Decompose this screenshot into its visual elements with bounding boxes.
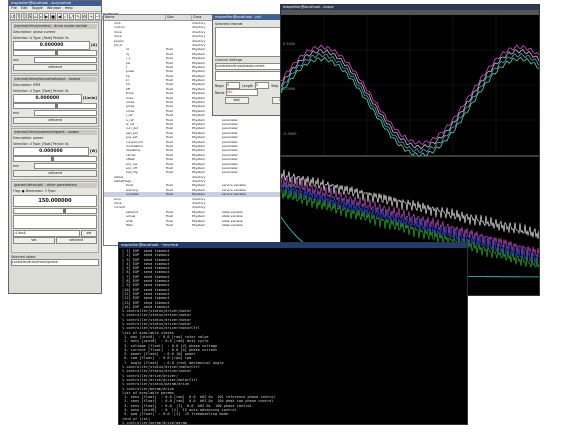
section-period: Period: 0s: [52, 89, 69, 93]
section-slider[interactable]: [13, 50, 97, 56]
toolbar-button[interactable]: S: [27, 13, 33, 20]
big-param-set-button[interactable]: set: [81, 230, 97, 237]
section-selection: Selection: 4: [13, 89, 32, 93]
tree-cell: float: [166, 222, 173, 227]
lower-tick-label: 0.0000: [283, 184, 295, 188]
control-section: /control/drive/torque/setpoint - torque …: [11, 75, 99, 127]
menu-item[interactable]: File: [11, 6, 17, 10]
control-toolbar: ↺?QS⌂⌕▶■◀✓⤢✎⚙+−⎙✚?: [9, 12, 118, 21]
menu-item[interactable]: Window: [47, 6, 61, 10]
section-period: Period: 0s: [52, 142, 69, 146]
dialog-range-label: Length: [242, 83, 254, 88]
section-selection: Selection: 4: [13, 142, 32, 146]
big-param-send-button[interactable]: set/send: [55, 237, 97, 244]
toolbar-button[interactable]: +: [88, 13, 94, 20]
toolbar-button[interactable]: ■: [50, 13, 56, 20]
section-title: /control/drive/control - drive mode cont…: [13, 24, 97, 29]
upper-plot: 0.5000 0.0000 -0.5000: [280, 15, 540, 158]
section-period: Period: 0s: [53, 36, 69, 40]
toolbar-button[interactable]: ⌂: [33, 13, 38, 20]
tree-cell: PSystem: [192, 222, 205, 227]
tree-column-header[interactable]: Size: [166, 15, 192, 20]
section-value[interactable]: 0.000000: [13, 146, 89, 156]
toolbar-button[interactable]: ▶: [43, 13, 50, 20]
section-send-button[interactable]: set/send: [13, 64, 97, 71]
section-type: Type: [float]: [32, 89, 52, 93]
section-type: Type: [float]: [32, 36, 53, 40]
upper-tick-label: 0.0000: [283, 87, 295, 91]
upper-tick-label: 0.5000: [283, 42, 295, 46]
dialog-range-field[interactable]: 0: [255, 82, 270, 89]
toolbar-button[interactable]: Q: [21, 13, 27, 20]
toolbar-button[interactable]: ◀: [56, 13, 62, 20]
big-param-info: Flag: ● Dimension: 3 Type:: [13, 189, 57, 193]
control-window: mapmiller@localhost - aux/control File Ed…: [8, 0, 118, 294]
upper-tick-label: -0.5000: [283, 132, 297, 136]
dialog-add-button[interactable]: Add: [224, 96, 249, 104]
dialog-range-field[interactable]: 0: [226, 82, 241, 89]
big-param-section: /param/drive/phi - drive parameters Flag…: [11, 181, 99, 253]
section-selection: Selection: A: [13, 36, 32, 40]
toolbar-button[interactable]: ⌕: [38, 13, 43, 20]
control-footer: Selected object controller/drive/motor/p…: [11, 255, 99, 266]
big-param-combo[interactable]: -4 dmA-: [13, 230, 80, 237]
dialog-name-label: Name: [215, 90, 225, 95]
toolbar-button[interactable]: ↺: [10, 13, 16, 20]
toolbar-button[interactable]: ✓: [62, 13, 69, 20]
control-section: /control/drive/control - drive mode cont…: [11, 22, 99, 74]
section-slider[interactable]: [13, 156, 97, 162]
control-section: /control/drive/power/setpoint - power De…: [11, 128, 99, 180]
big-param-slider[interactable]: [13, 208, 97, 214]
big-param-value[interactable]: 150.000000: [13, 195, 97, 207]
toolbar-button[interactable]: ⚙: [81, 13, 88, 20]
terminal-window: mapmiller@localhost: ~/src/mcb [ 1] EXP …: [118, 242, 468, 425]
toolbar-button[interactable]: ✎: [75, 13, 81, 20]
dialog-range-label: Begin: [215, 83, 225, 88]
toolbar-button[interactable]: −: [94, 13, 101, 20]
dialog-name-field[interactable]: phi: [226, 89, 259, 96]
menu-item[interactable]: Help: [65, 6, 73, 10]
toolbar-button[interactable]: ?: [16, 13, 21, 20]
section-value[interactable]: 0.000000: [13, 93, 82, 103]
terminal-output[interactable]: [ 1] EXP send timeout[ 2] EXP send timeo…: [119, 248, 467, 424]
menu-item[interactable]: Edit: [21, 6, 28, 10]
tree-cell: filter: [126, 222, 133, 227]
section-unit: [A]: [91, 43, 97, 47]
toolbar-button[interactable]: ⤢: [69, 13, 75, 20]
dialog-range-label: Step: [271, 83, 279, 88]
section-slider[interactable]: [13, 103, 97, 109]
section-unit: [W]: [89, 149, 97, 153]
section-send-button[interactable]: set/send: [13, 117, 97, 124]
big-param-plot: [13, 215, 97, 229]
section-unit: [1/min]: [82, 96, 97, 100]
section-value[interactable]: 0.000000: [13, 40, 91, 50]
menu-item[interactable]: Toggle: [32, 6, 43, 10]
big-param-button-a[interactable]: set: [13, 237, 55, 244]
footer-value: controller/drive/motor/phase: [11, 259, 99, 266]
tree-column-header[interactable]: Name: [104, 15, 166, 20]
section-type: Type: [float]: [32, 142, 52, 146]
tree-row[interactable]: filter float PSystem state variable: [104, 223, 302, 227]
section-send-button[interactable]: set/send: [13, 170, 97, 177]
